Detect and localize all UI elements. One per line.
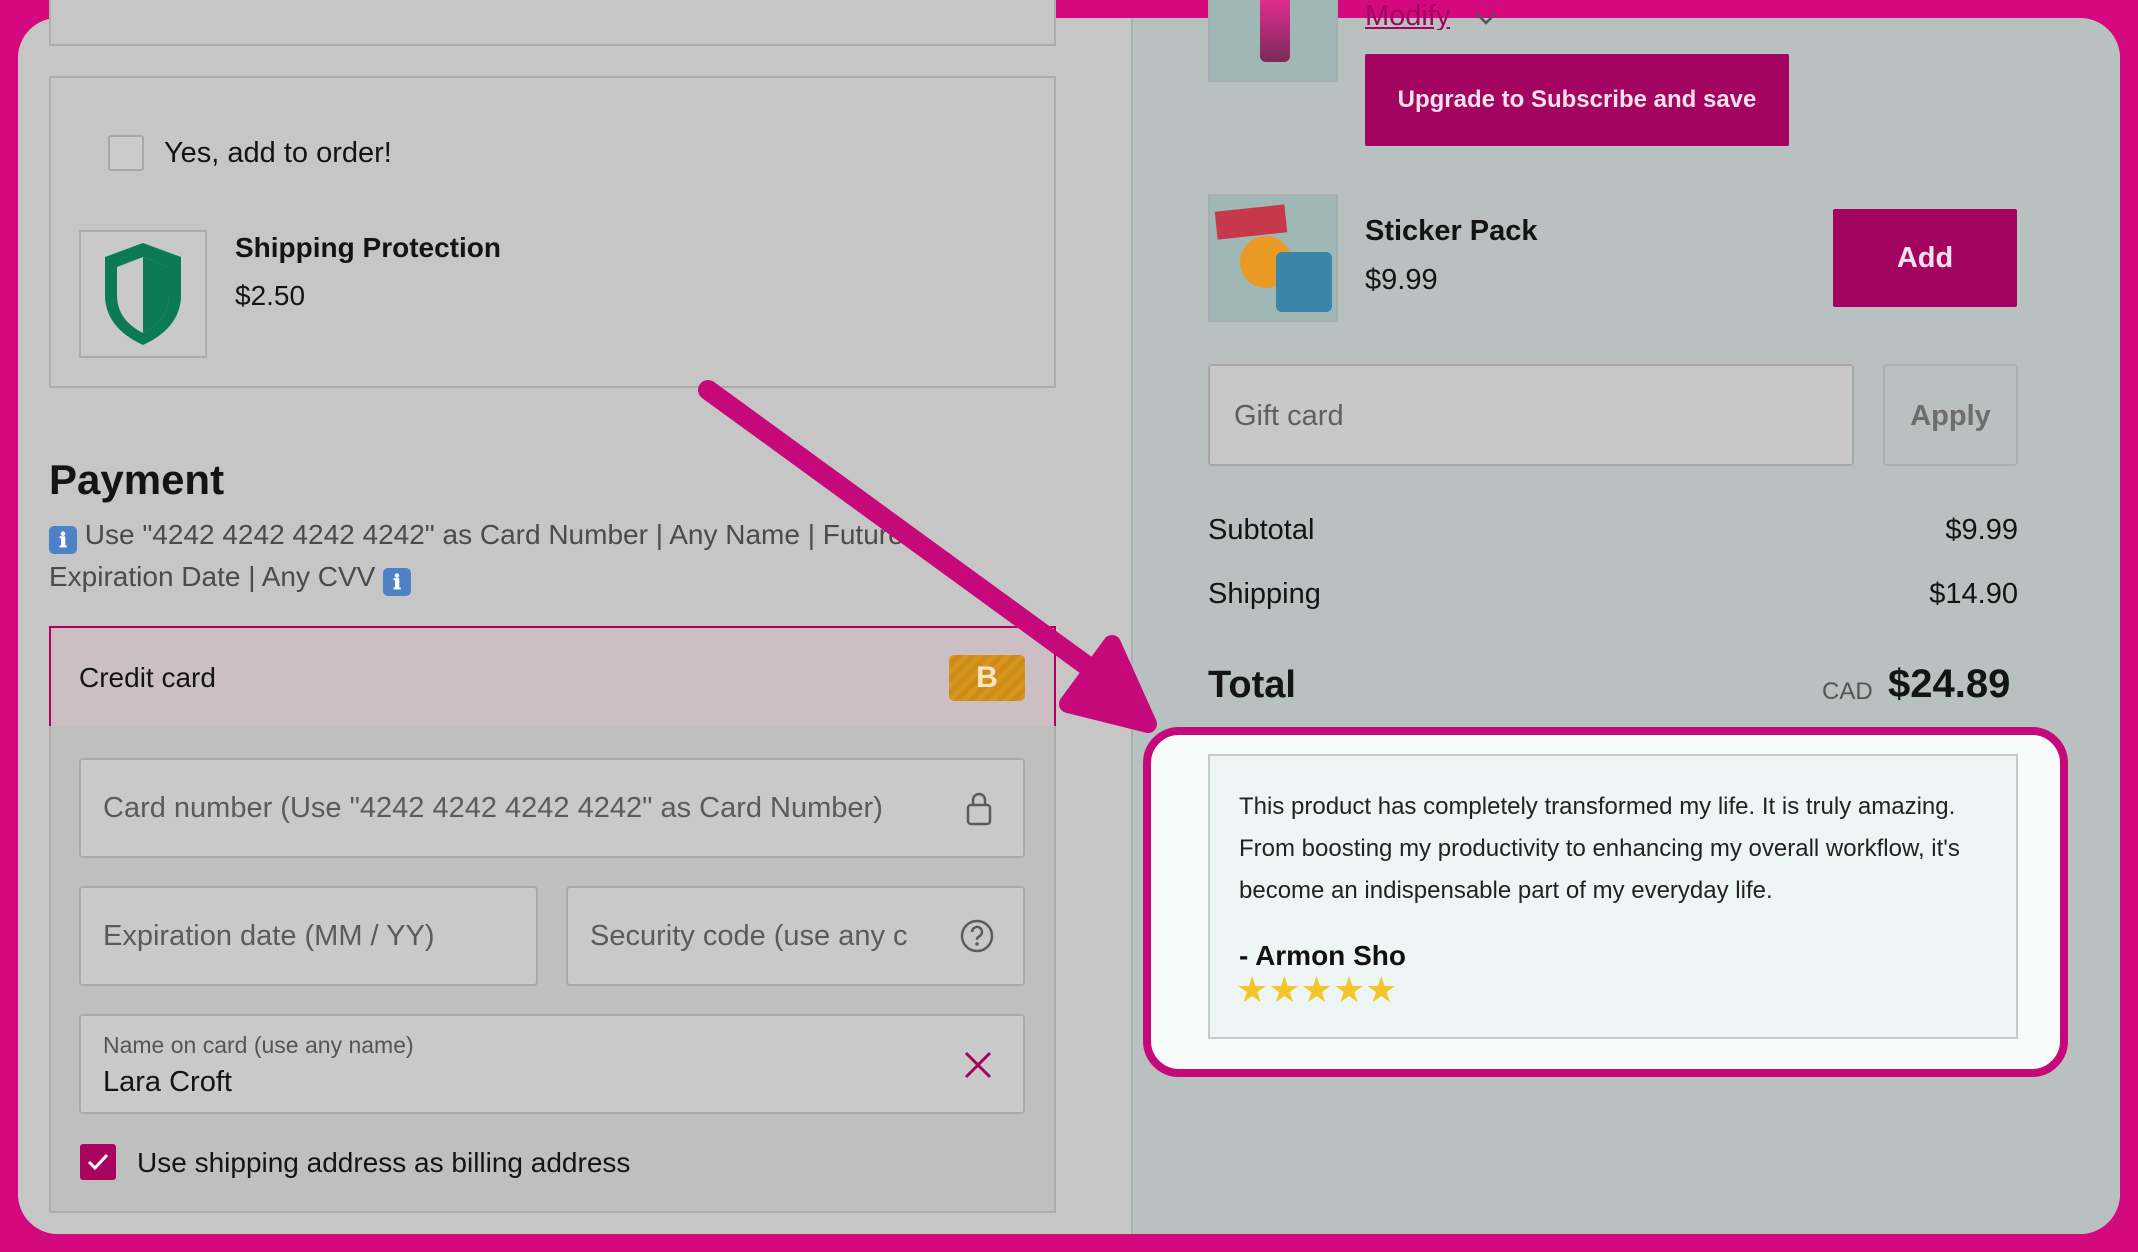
review-text: This product has completely transformed … <box>1239 793 1960 904</box>
billing-same-checkbox[interactable] <box>80 1144 116 1180</box>
lock-icon <box>966 792 992 826</box>
payment-note-text: Use "4242 4242 4242 4242" as Card Number… <box>49 519 904 592</box>
name-on-card-label: Name on card (use any name) <box>103 1032 414 1058</box>
total-label: Total <box>1208 664 1296 706</box>
billing-same-label: Use shipping address as billing address <box>137 1147 631 1178</box>
product-bottle-image <box>1260 0 1290 62</box>
expiration-placeholder: Expiration date (MM / YY) <box>103 920 435 952</box>
sticker-pack-price: $9.99 <box>1365 264 1438 296</box>
security-code-placeholder: Security code (use any c <box>590 920 908 952</box>
card-brand-badge: B <box>949 655 1025 701</box>
subtotal-value: $9.99 <box>1945 514 2018 546</box>
sticker-blue-label <box>1276 252 1332 312</box>
shipping-value: $14.90 <box>1929 578 2018 610</box>
shield-icon <box>105 243 181 345</box>
modify-link[interactable]: Modify <box>1365 0 1450 30</box>
shipping-protection-name: Shipping Protection <box>235 232 501 263</box>
subtotal-label: Subtotal <box>1208 514 1315 546</box>
gift-card-input[interactable]: Gift card <box>1208 364 1854 466</box>
info-icon: ℹ <box>383 568 412 596</box>
help-icon[interactable] <box>959 918 995 954</box>
chevron-down-icon[interactable] <box>1474 8 1498 28</box>
security-code-field[interactable]: Security code (use any c <box>566 886 1025 986</box>
subscribe-button[interactable]: Upgrade to Subscribe and save <box>1365 54 1789 146</box>
payment-test-note: ℹ Use "4242 4242 4242 4242" as Card Numb… <box>49 514 979 598</box>
shipping-protection-price: $2.50 <box>235 280 306 311</box>
shipping-row: Shipping $14.90 <box>1208 578 2018 611</box>
shipping-protection-thumbnail <box>79 230 207 358</box>
payment-title: Payment <box>49 456 225 503</box>
name-on-card-value: Lara Croft <box>103 1066 232 1098</box>
subtotal-row: Subtotal $9.99 <box>1208 514 2018 547</box>
clear-icon[interactable] <box>963 1050 993 1080</box>
card-number-placeholder: Card number (Use "4242 4242 4242 4242" a… <box>103 792 883 824</box>
gift-card-placeholder: Gift card <box>1234 400 1344 432</box>
sticker-red-label <box>1214 204 1288 240</box>
sticker-pack-name: Sticker Pack <box>1365 215 1538 247</box>
total-value: $24.89 <box>1888 662 2011 706</box>
total-currency: CAD <box>1822 678 1873 705</box>
sticker-pack-thumbnail <box>1208 194 1338 322</box>
card-number-field[interactable]: Card number (Use "4242 4242 4242 4242" a… <box>79 758 1025 858</box>
review-star-rating: ★★★★★ <box>1236 970 1398 1011</box>
subscribed-item-thumbnail <box>1208 0 1338 82</box>
shipping-label: Shipping <box>1208 578 1321 610</box>
name-on-card-field[interactable]: Name on card (use any name) Lara Croft <box>79 1014 1025 1114</box>
add-to-order-label: Yes, add to order! <box>164 137 392 169</box>
previous-section-box <box>49 0 1056 46</box>
info-icon: ℹ <box>49 526 77 554</box>
add-to-order-checkbox[interactable] <box>108 135 144 171</box>
apply-gift-card-button[interactable]: Apply <box>1883 364 2018 466</box>
add-sticker-pack-button[interactable]: Add <box>1833 209 2017 307</box>
expiration-date-field[interactable]: Expiration date (MM / YY) <box>79 886 538 986</box>
review-author: - Armon Sho <box>1239 940 1406 971</box>
checkmark-icon <box>87 1153 109 1171</box>
credit-card-label: Credit card <box>79 662 216 693</box>
